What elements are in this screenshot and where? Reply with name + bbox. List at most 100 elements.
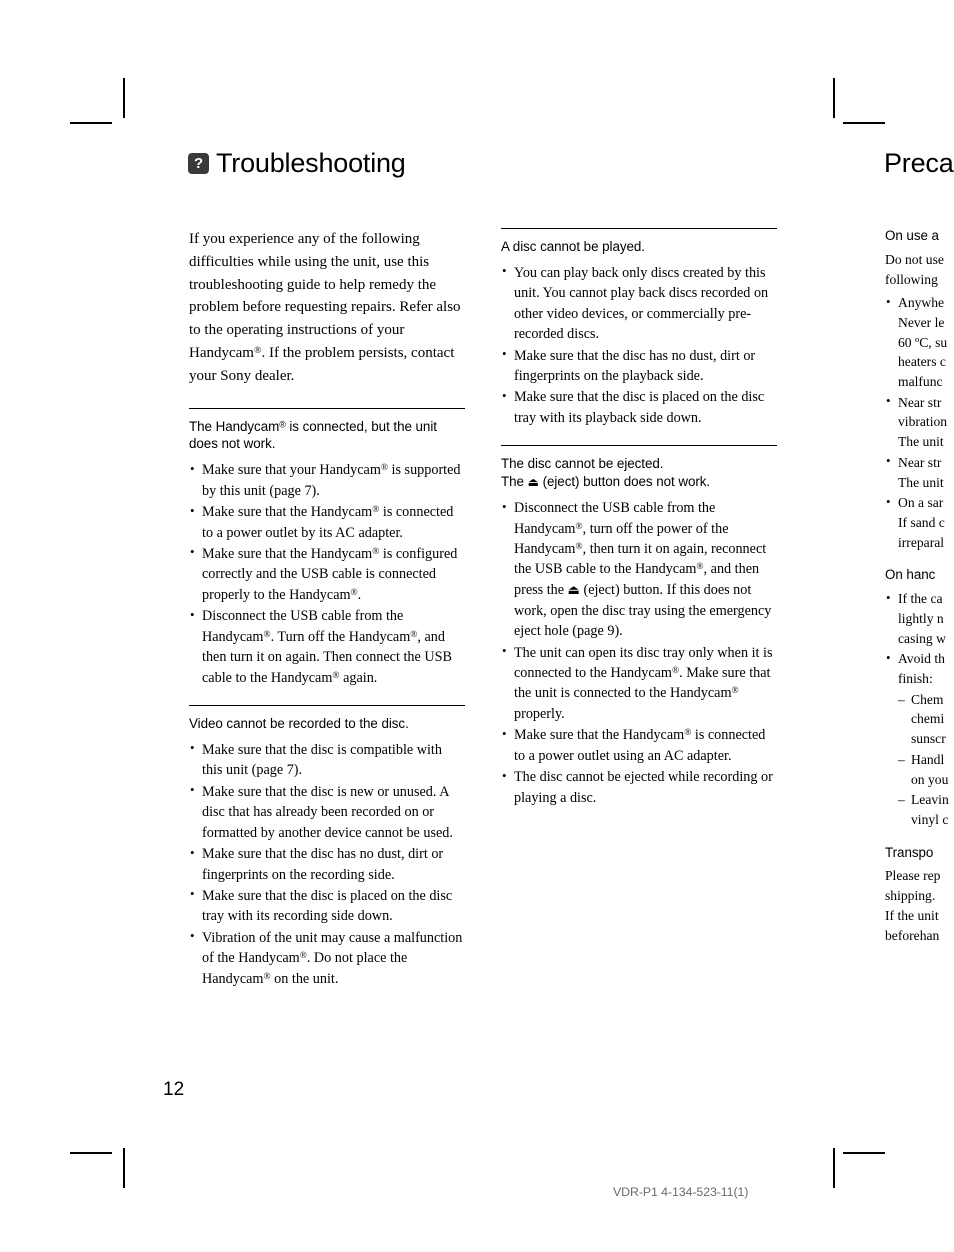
section-heading: Video cannot be recorded to the disc. bbox=[189, 716, 409, 732]
line: chemi bbox=[911, 711, 945, 727]
sub-list-item: Handl on you bbox=[898, 750, 954, 789]
bullet-list: Make sure that the disc is compatible wi… bbox=[189, 739, 465, 989]
line: 60 ºC, su bbox=[898, 334, 948, 350]
list-item: You can play back only discs created by … bbox=[501, 262, 777, 345]
line: on you bbox=[911, 771, 949, 787]
line: Leavin bbox=[911, 792, 949, 808]
line: beforehan bbox=[885, 927, 940, 943]
page-title-text: Troubleshooting bbox=[216, 148, 406, 178]
question-mark-badge-icon: ? bbox=[188, 153, 209, 174]
section-divider bbox=[501, 228, 777, 229]
line: Please rep bbox=[885, 868, 941, 884]
line: The unit bbox=[898, 474, 944, 490]
page-number: 12 bbox=[163, 1079, 185, 1100]
section-heading: The disc cannot be ejected. The ⏏ (eject… bbox=[501, 455, 777, 491]
line: vibration bbox=[898, 414, 948, 430]
list-item: Near str vibration The unit bbox=[885, 392, 954, 452]
crop-mark-top-right-h bbox=[843, 122, 885, 124]
line: Anywhe bbox=[898, 295, 945, 311]
line: lightly n bbox=[898, 610, 944, 626]
line: On a sar bbox=[898, 495, 944, 511]
line: vinyl с bbox=[911, 811, 949, 827]
column-three-bleed: On use a Do not usе following Anywhe Nev… bbox=[885, 228, 954, 949]
line: If the unit bbox=[885, 907, 939, 923]
line: The unit bbox=[898, 434, 944, 450]
crop-mark-bottom-left-h bbox=[70, 1152, 112, 1154]
crop-mark-bottom-right-h bbox=[843, 1152, 885, 1154]
sub-bullet-list: Chem chemi sunscr Handl on you Leavin vi… bbox=[898, 690, 954, 830]
list-item: Make sure that the disc has no dust, dir… bbox=[501, 345, 777, 387]
intro-line: following bbox=[885, 271, 938, 287]
section-heading-line-1: The disc cannot be ejected. bbox=[501, 456, 664, 472]
eject-icon: ⏏ bbox=[567, 582, 580, 598]
section-divider bbox=[189, 705, 465, 707]
line: Handl bbox=[911, 751, 945, 767]
crop-mark-top-right-v bbox=[833, 78, 835, 118]
bullet-list: If the ca lightly n casing w Avoid th fi… bbox=[885, 589, 954, 829]
line: Never le bbox=[898, 314, 945, 330]
eject-icon: ⏏ bbox=[527, 475, 539, 490]
section-transportation: Transpo Please rep shipping. If the unit… bbox=[885, 844, 954, 946]
bullet-list: Make sure that your Handycam® is support… bbox=[189, 460, 465, 688]
section-divider bbox=[189, 407, 465, 409]
list-item: Make sure that the Handycam® is connecte… bbox=[501, 725, 777, 766]
line: If the ca bbox=[898, 591, 943, 607]
section-divider bbox=[501, 445, 777, 447]
line: heaters с bbox=[898, 354, 946, 370]
list-item: Make sure that the Handycam® is connecte… bbox=[189, 502, 465, 543]
sub-list-item: Chem chemi sunscr bbox=[898, 690, 954, 749]
line: Near str bbox=[898, 454, 942, 470]
crop-mark-top-left-h bbox=[70, 122, 112, 124]
line: If sand с bbox=[898, 514, 945, 530]
sub-list-item: Leavin vinyl с bbox=[898, 790, 954, 829]
intro-paragraph: If you experience any of the following d… bbox=[189, 231, 461, 384]
footer-document-code: VDR-P1 4-134-523-11(1) bbox=[613, 1185, 749, 1199]
page-title: ? Troubleshooting bbox=[188, 148, 406, 179]
list-item: The disc cannot be ejected while recordi… bbox=[501, 767, 777, 808]
list-item: Make sure that the disc is compatible wi… bbox=[189, 739, 465, 781]
crop-mark-bottom-right-v bbox=[833, 1148, 835, 1188]
section-disc-cannot-be-ejected: The disc cannot be ejected. The ⏏ (eject… bbox=[501, 445, 777, 808]
section-handycam-connected: The Handycam® is connected, but the unit… bbox=[189, 407, 465, 688]
manual-page: ? Troubleshooting Preca If you experienc… bbox=[0, 0, 954, 1252]
list-item: Make sure that the Handycam® is configur… bbox=[189, 543, 465, 605]
section-heading: A disc cannot be played. bbox=[501, 239, 645, 254]
intro-line: Do not usе bbox=[885, 251, 944, 267]
list-item: Near str The unit bbox=[885, 452, 954, 492]
section-on-use: On use a Do not usе following Anywhe Nev… bbox=[885, 227, 954, 552]
list-item: Disconnect the USB cable from the Handyc… bbox=[501, 498, 777, 641]
section-heading: Transpo bbox=[885, 844, 934, 860]
list-item: Anywhe Never le 60 ºC, su heaters с malf… bbox=[885, 293, 954, 392]
list-item: Disconnect the USB cable from the Handyc… bbox=[189, 606, 465, 688]
list-item: On a sar If sand с irreparal bbox=[885, 493, 954, 552]
line: Avoid th bbox=[898, 651, 945, 667]
line: sunscr bbox=[911, 731, 946, 747]
crop-mark-top-left-v bbox=[123, 78, 125, 118]
section-on-handling: On hanc If the ca lightly n casing w Avo… bbox=[885, 566, 954, 829]
list-item: Vibration of the unit may cause a malfun… bbox=[189, 927, 465, 989]
section-heading: On hanc bbox=[885, 567, 936, 583]
section-body: Please rep shipping. If the unit beforeh… bbox=[885, 866, 954, 945]
line: casing w bbox=[898, 630, 946, 646]
column-two: A disc cannot be played. You can play ba… bbox=[501, 228, 777, 825]
crop-mark-bottom-left-v bbox=[123, 1148, 125, 1188]
bullet-list: You can play back only discs created by … bbox=[501, 262, 777, 429]
line: Near str bbox=[898, 394, 942, 410]
list-item: If the ca lightly n casing w bbox=[885, 589, 954, 648]
list-item: Make sure that the disc is placed on the… bbox=[501, 387, 777, 428]
section-disc-cannot-be-played: A disc cannot be played. You can play ba… bbox=[501, 228, 777, 428]
bullet-list: Disconnect the USB cable from the Handyc… bbox=[501, 498, 777, 808]
section-heading-line-2-suffix: (eject) button does not work. bbox=[538, 474, 711, 490]
section-heading: On use a bbox=[885, 228, 939, 243]
section-intro: Do not usе following bbox=[885, 250, 954, 289]
list-item: Make sure that the disc is placed on the… bbox=[189, 885, 465, 927]
line: shipping. bbox=[885, 888, 936, 904]
list-item: Make sure that your Handycam® is support… bbox=[189, 460, 465, 501]
line: Chem bbox=[911, 691, 944, 707]
list-item: Make sure that the disc is new or unused… bbox=[189, 781, 465, 843]
section-heading-line-2-prefix: The bbox=[501, 474, 528, 490]
list-item: Make sure that the disc has no dust, dir… bbox=[189, 844, 465, 885]
column-one: If you experience any of the following d… bbox=[189, 228, 465, 1006]
next-page-title: Preca bbox=[884, 148, 954, 178]
line: malfunc bbox=[898, 374, 943, 390]
